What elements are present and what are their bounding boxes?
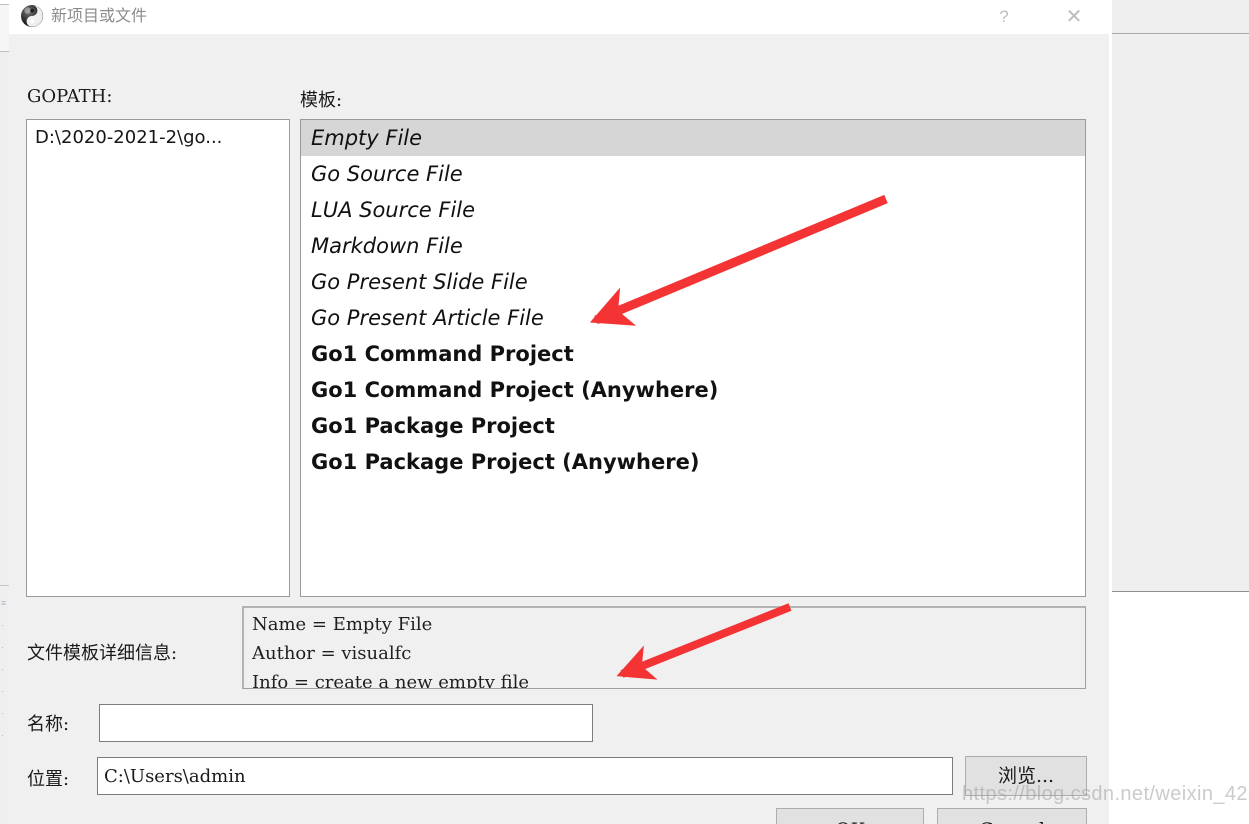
template-label: 模板: <box>300 90 343 111</box>
dialog-titlebar: 新项目或文件 ? ✕ <box>9 0 1109 34</box>
location-label: 位置: <box>27 769 70 790</box>
file-template-details-box: Name = Empty File Author = visualfc Info… <box>242 606 1086 689</box>
details-line-name: Name = Empty File <box>252 614 433 635</box>
gopath-label: GOPATH: <box>27 86 113 107</box>
screen: ≡ · · · · · · 新项目或文件 ? ✕ GOPATH: 模板: 文件模… <box>0 0 1249 824</box>
details-line-author: Author = visualfc <box>252 643 412 664</box>
list-item[interactable]: Go Present Article File <box>301 300 1085 336</box>
watermark-text: https://blog.csdn.net/weixin_42688819 <box>962 783 1249 805</box>
name-input[interactable] <box>99 704 593 742</box>
list-item[interactable]: Go Source File <box>301 156 1085 192</box>
details-line-info: Info = create a new empty file <box>252 672 530 689</box>
background-right-panel-divider <box>1112 33 1249 34</box>
gopath-list[interactable]: D:\2020-2021-2\go... <box>26 119 290 597</box>
name-label: 名称: <box>27 714 70 735</box>
close-button[interactable]: ✕ <box>1051 0 1097 34</box>
ok-button[interactable]: OK <box>776 808 924 824</box>
cancel-button[interactable]: Cancel <box>937 808 1087 824</box>
list-item[interactable]: Go1 Package Project <box>301 408 1085 444</box>
new-project-or-file-dialog: 新项目或文件 ? ✕ GOPATH: 模板: 文件模板详细信息: 名称: 位置:… <box>9 0 1109 824</box>
list-item[interactable]: Go1 Command Project <box>301 336 1085 372</box>
list-item[interactable]: Empty File <box>301 120 1085 156</box>
location-input[interactable] <box>97 757 953 795</box>
list-item[interactable]: Markdown File <box>301 228 1085 264</box>
file-template-details-label: 文件模板详细信息: <box>27 643 178 664</box>
dialog-title: 新项目或文件 <box>51 6 148 25</box>
list-item[interactable]: LUA Source File <box>301 192 1085 228</box>
template-list[interactable]: Empty File Go Source File LUA Source Fil… <box>300 119 1086 597</box>
list-item[interactable]: Go Present Slide File <box>301 264 1085 300</box>
list-item[interactable]: Go1 Command Project (Anywhere) <box>301 372 1085 408</box>
liteide-logo-icon <box>21 5 43 27</box>
list-item[interactable]: Go1 Package Project (Anywhere) <box>301 444 1085 480</box>
dialog-body: GOPATH: 模板: 文件模板详细信息: 名称: 位置: D:\2020-20… <box>9 34 1109 824</box>
help-button[interactable]: ? <box>981 0 1027 34</box>
list-item[interactable]: D:\2020-2021-2\go... <box>27 120 289 148</box>
background-right-panel <box>1112 0 1249 592</box>
